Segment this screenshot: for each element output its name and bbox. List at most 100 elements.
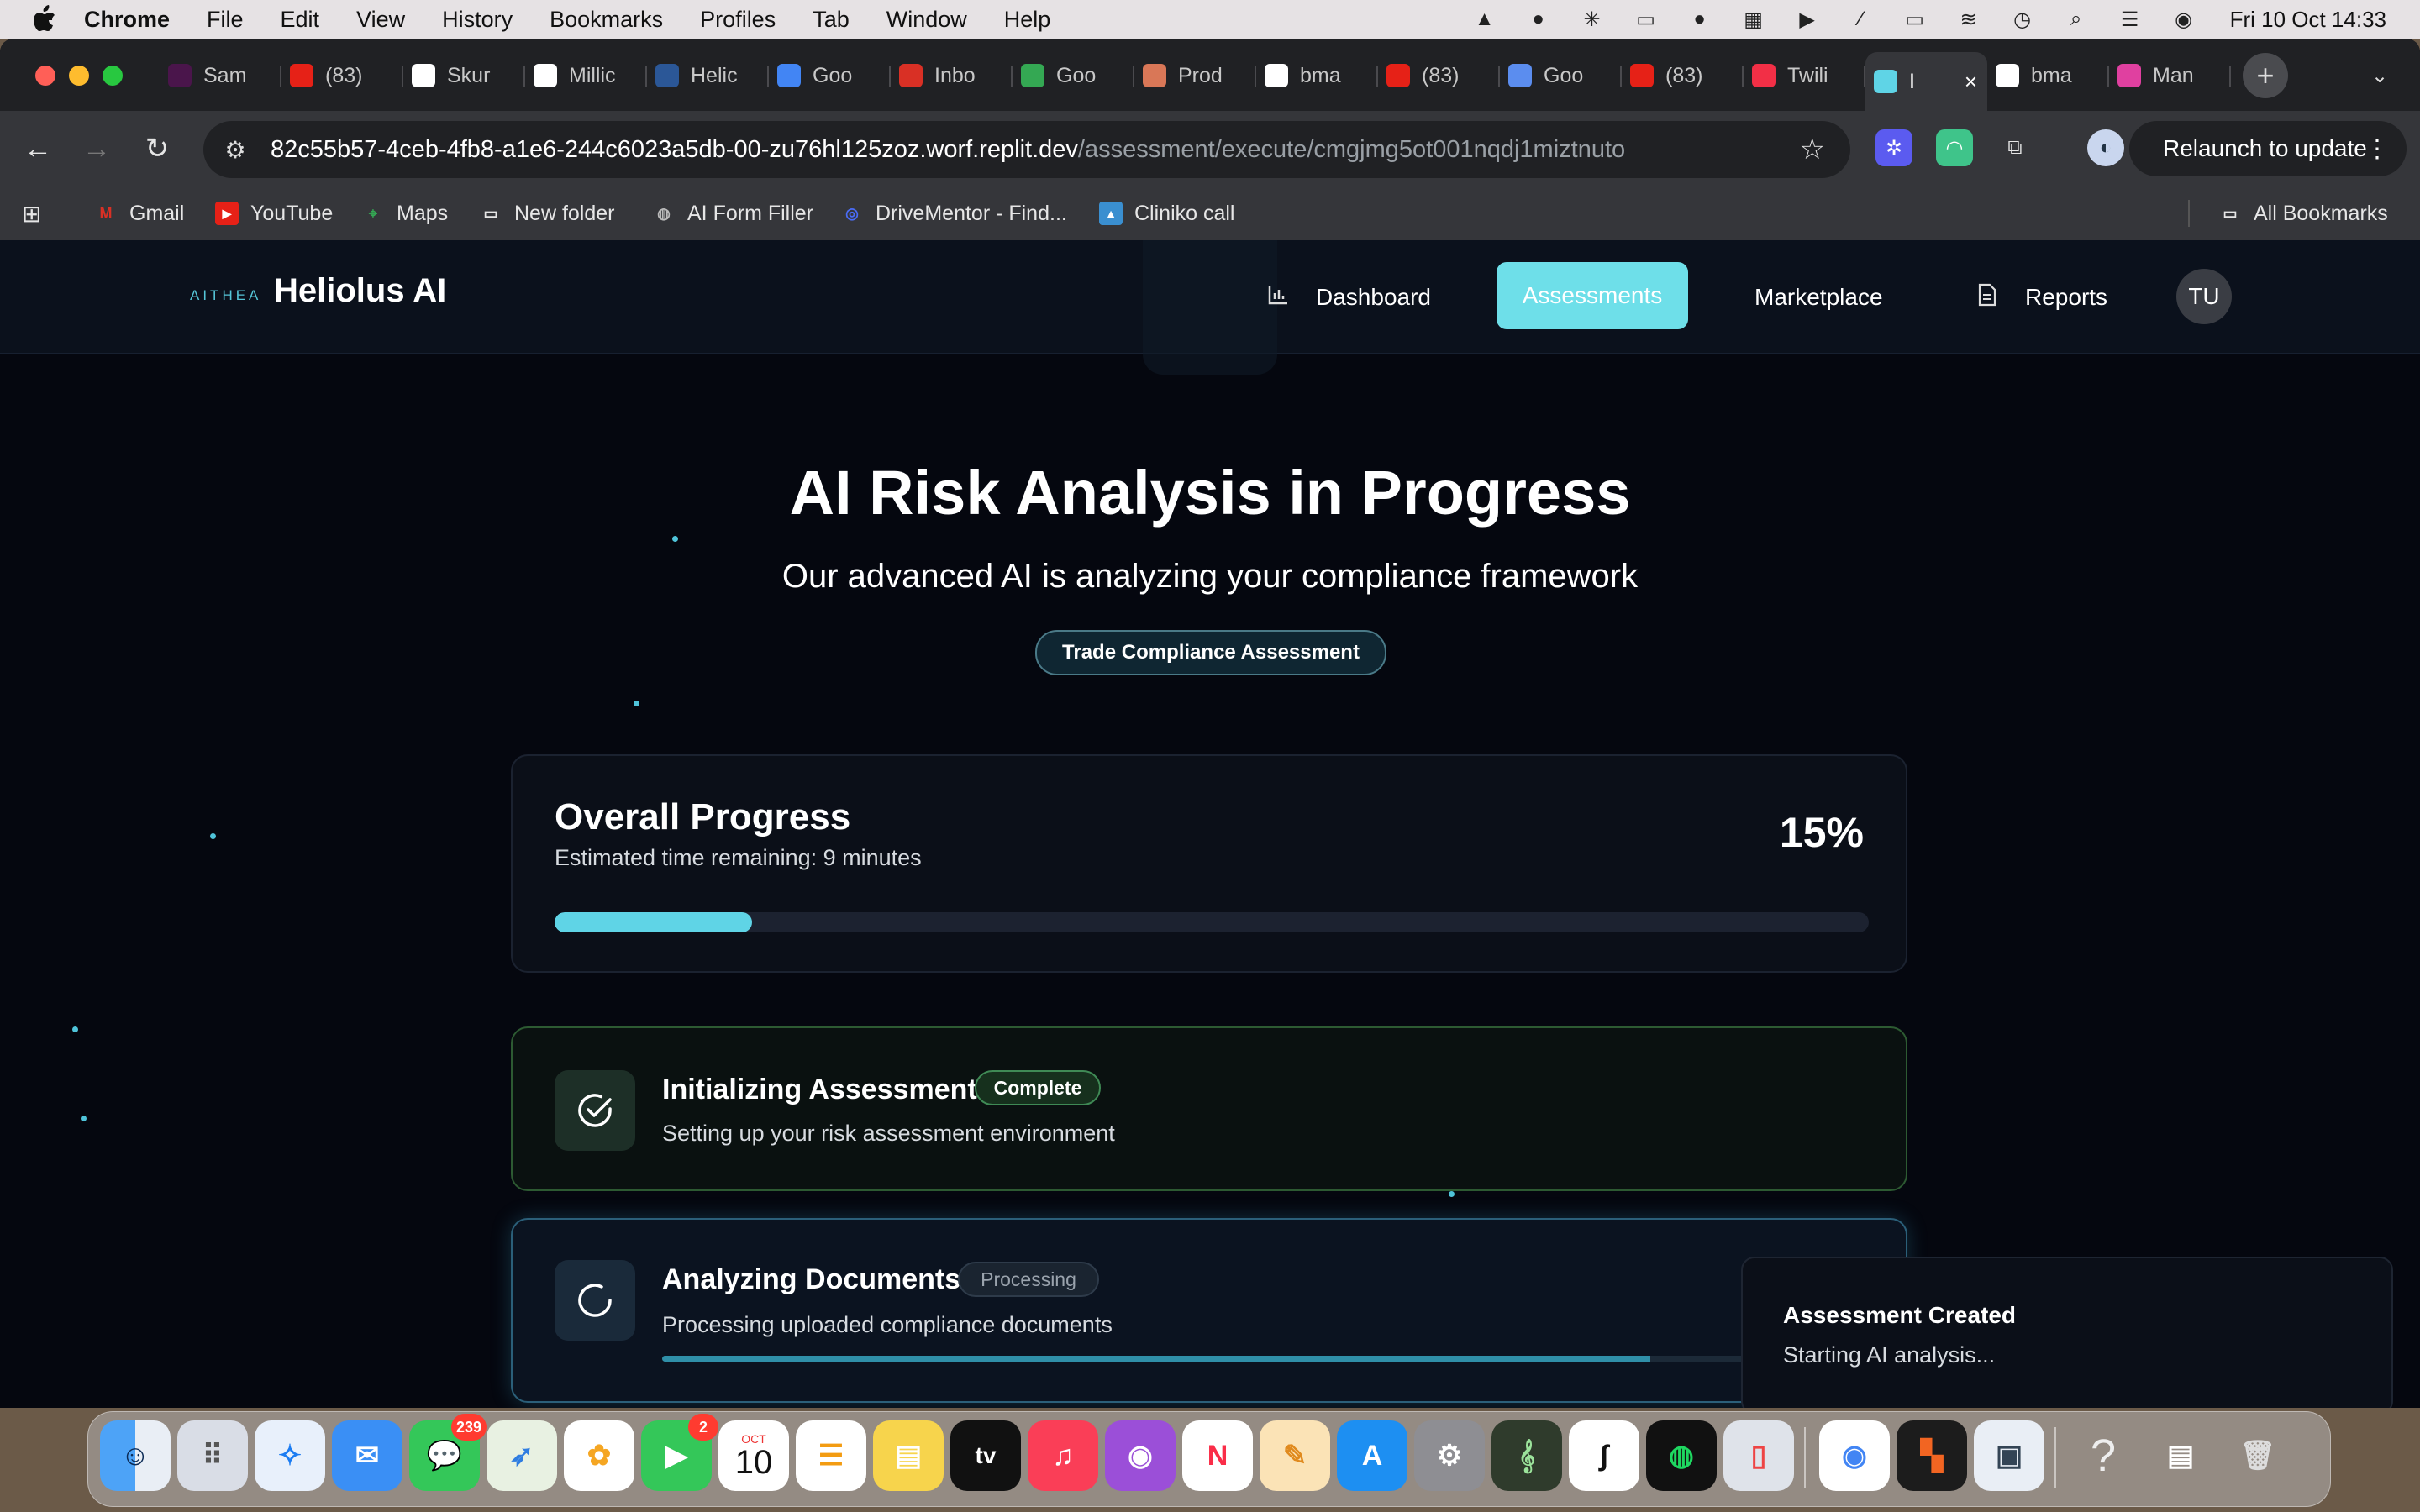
menu-tab[interactable]: Tab bbox=[813, 7, 850, 33]
nav-assessments[interactable]: Assessments bbox=[1497, 262, 1688, 329]
chrome-menu-icon[interactable]: ⋮ bbox=[2365, 134, 2390, 164]
app-store-icon[interactable]: A bbox=[1337, 1420, 1407, 1491]
wifi-icon[interactable]: ≋ bbox=[1956, 7, 1981, 32]
app-icon[interactable]: ▚ bbox=[1897, 1420, 1967, 1491]
safari-icon[interactable]: ✧ bbox=[255, 1420, 325, 1491]
apple-menu-icon[interactable] bbox=[32, 5, 57, 34]
grammarly-status-icon[interactable]: ● bbox=[1526, 7, 1551, 32]
launchpad-icon[interactable]: ⠿ bbox=[177, 1420, 248, 1491]
bookmark-gmail[interactable]: M Gmail bbox=[94, 198, 185, 228]
profile-avatar-icon[interactable]: ◐ bbox=[2087, 129, 2124, 166]
help-icon[interactable]: ? bbox=[2068, 1420, 2139, 1491]
toast-notification[interactable]: Assessment Created Starting AI analysis.… bbox=[1741, 1257, 2393, 1408]
brand-mark[interactable]: AITHEA bbox=[190, 287, 261, 304]
minimize-window-button[interactable] bbox=[69, 66, 89, 86]
user-status-icon[interactable]: ● bbox=[1687, 7, 1712, 32]
browser-tab[interactable]: Man bbox=[2109, 52, 2231, 99]
browser-tab[interactable]: (83) bbox=[281, 52, 403, 99]
claude-status-icon[interactable]: ✳ bbox=[1580, 7, 1605, 32]
menu-view[interactable]: View bbox=[356, 7, 405, 33]
menu-bookmarks[interactable]: Bookmarks bbox=[550, 7, 663, 33]
apps-grid-icon[interactable]: ⊞ bbox=[22, 198, 41, 228]
browser-tab[interactable]: (83) bbox=[1378, 52, 1500, 99]
browser-tab[interactable]: Skur bbox=[403, 52, 525, 99]
nav-marketplace[interactable]: Marketplace bbox=[1754, 274, 1883, 321]
reload-icon[interactable]: ↻ bbox=[138, 129, 176, 168]
site-info-icon[interactable]: ⚙ bbox=[218, 136, 252, 164]
menu-history[interactable]: History bbox=[442, 7, 513, 33]
memory-status-icon[interactable]: ▦ bbox=[1741, 7, 1766, 32]
address-bar[interactable]: ⚙ 82c55b57-4ceb-4fb8-a1e6-244c6023a5db-0… bbox=[203, 121, 1850, 178]
bookmark-cliniko-call[interactable]: ▲ Cliniko call bbox=[1099, 198, 1234, 228]
music-score-icon[interactable]: 𝄞 bbox=[1491, 1420, 1562, 1491]
mute-status-icon[interactable]: ⁄ bbox=[1849, 7, 1874, 32]
maps-icon[interactable]: ➶ bbox=[487, 1420, 557, 1491]
bookmark-drivementor[interactable]: ◎ DriveMentor - Find... bbox=[840, 198, 1067, 228]
battery-icon[interactable]: ▭ bbox=[1902, 7, 1928, 32]
music-icon[interactable]: ♫ bbox=[1028, 1420, 1098, 1491]
nav-reports[interactable]: Reports bbox=[1975, 274, 2107, 321]
extension-icon[interactable]: ✲ bbox=[1876, 129, 1912, 166]
time-machine-icon[interactable]: ◷ bbox=[2010, 7, 2035, 32]
messages-icon[interactable]: 💬 239 bbox=[409, 1414, 487, 1491]
chrome-icon[interactable]: ◉ bbox=[1819, 1420, 1890, 1491]
browser-tab[interactable]: Goo bbox=[1013, 52, 1134, 99]
trash-icon[interactable]: 🗑 bbox=[2223, 1420, 2293, 1491]
close-window-button[interactable] bbox=[35, 66, 55, 86]
all-bookmarks[interactable]: ▭ All Bookmarks bbox=[2218, 198, 2387, 228]
finder-icon[interactable]: ☺ bbox=[100, 1420, 171, 1491]
browser-tab[interactable]: Twili bbox=[1744, 52, 1865, 99]
new-tab-button[interactable]: + bbox=[2243, 53, 2288, 98]
menu-profiles[interactable]: Profiles bbox=[700, 7, 776, 33]
browser-tab[interactable]: Helic bbox=[647, 52, 769, 99]
brand-name[interactable]: Heliolus AI bbox=[274, 272, 446, 310]
back-icon[interactable]: ← bbox=[18, 129, 57, 168]
pages-icon[interactable]: ✎ bbox=[1260, 1420, 1330, 1491]
browser-tab[interactable]: Sam bbox=[160, 52, 281, 99]
tab-search-icon[interactable]: ⌄ bbox=[2363, 59, 2396, 92]
menu-edit[interactable]: Edit bbox=[281, 7, 320, 33]
notes-icon[interactable]: ▤ bbox=[873, 1420, 944, 1491]
browser-tab[interactable]: Inbo bbox=[891, 52, 1013, 99]
menu-app-name[interactable]: Chrome bbox=[84, 7, 170, 33]
bookmark-star-icon[interactable]: ☆ bbox=[1800, 133, 1825, 166]
browser-tab[interactable]: Millic bbox=[525, 52, 647, 99]
control-center-icon[interactable]: ☰ bbox=[2118, 7, 2143, 32]
reminders-icon[interactable]: ☰ bbox=[796, 1420, 866, 1491]
menu-help[interactable]: Help bbox=[1004, 7, 1051, 33]
podcasts-icon[interactable]: ◉ bbox=[1105, 1420, 1176, 1491]
extensions-puzzle-icon[interactable]: ⧉ bbox=[1996, 129, 2033, 166]
browser-tab[interactable]: bma bbox=[1256, 52, 1378, 99]
menu-file[interactable]: File bbox=[207, 7, 244, 33]
linear-app-icon[interactable]: ∫ bbox=[1569, 1420, 1639, 1491]
calendar-icon[interactable]: OCT 10 bbox=[718, 1420, 789, 1491]
relaunch-to-update-button[interactable]: Relaunch to update ⋮ bbox=[2129, 121, 2407, 176]
close-tab-icon[interactable]: × bbox=[1965, 69, 1977, 95]
iphone-mirroring-icon[interactable]: ▯ bbox=[1723, 1420, 1794, 1491]
news-icon[interactable]: N bbox=[1182, 1420, 1253, 1491]
bookmark-youtube[interactable]: ▶ YouTube bbox=[215, 198, 333, 228]
bookmark-maps[interactable]: ⌖ Maps bbox=[361, 198, 448, 228]
play-status-icon[interactable]: ▶ bbox=[1795, 7, 1820, 32]
browser-tab[interactable]: bma bbox=[1987, 52, 2109, 99]
display-status-icon[interactable]: ▭ bbox=[1634, 7, 1659, 32]
browser-tab[interactable]: Prod bbox=[1134, 52, 1256, 99]
apple-tv-icon[interactable]: tv bbox=[950, 1420, 1021, 1491]
preview-icon[interactable]: ▣ bbox=[1974, 1420, 2044, 1491]
bookmark-ai-form-filler[interactable]: ◍ AI Form Filler bbox=[652, 198, 813, 228]
zoom-window-button[interactable] bbox=[103, 66, 123, 86]
nav-dashboard[interactable]: Dashboard bbox=[1265, 274, 1431, 321]
mail-icon[interactable]: ✉ bbox=[332, 1420, 402, 1491]
user-avatar[interactable]: TU bbox=[2176, 269, 2232, 324]
photos-icon[interactable]: ✿ bbox=[564, 1420, 634, 1491]
browser-tab[interactable]: Goo bbox=[1500, 52, 1622, 99]
documents-stack-icon[interactable]: ▤ bbox=[2145, 1420, 2216, 1491]
facetime-icon[interactable]: ▶ 2 bbox=[641, 1414, 718, 1491]
forward-icon[interactable]: → bbox=[77, 129, 116, 168]
browser-tab[interactable]: I × bbox=[1865, 52, 1987, 111]
menubar-clock[interactable]: Fri 10 Oct 14:33 bbox=[2230, 7, 2386, 33]
system-settings-icon[interactable]: ⚙ bbox=[1414, 1420, 1485, 1491]
menu-window[interactable]: Window bbox=[886, 7, 967, 33]
spotify-icon[interactable]: ◍ bbox=[1646, 1420, 1717, 1491]
drive-status-icon[interactable]: ▲ bbox=[1472, 7, 1497, 32]
